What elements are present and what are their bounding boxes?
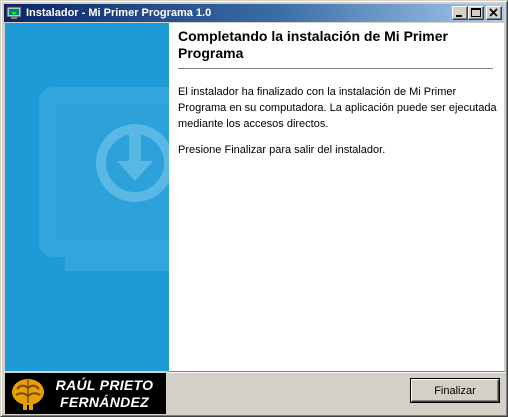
completion-message: El instalador ha finalizado con la insta… xyxy=(178,86,497,130)
author-name: RAÚL PRIETO FERNÁNDEZ xyxy=(47,377,162,411)
author-brand: RAÚL PRIETO FERNÁNDEZ xyxy=(5,373,166,414)
title-bar[interactable]: Instalador - Mi Primer Programa 1.0 xyxy=(4,4,504,22)
brain-logo-icon xyxy=(12,378,44,410)
title-divider xyxy=(178,68,493,69)
monitor-download-icon xyxy=(39,87,169,271)
window-controls xyxy=(452,6,502,20)
bottom-divider xyxy=(169,371,505,373)
sidebar-banner xyxy=(5,23,169,371)
main-panel: Completando la instalación de Mi Primer … xyxy=(169,23,504,371)
installer-icon xyxy=(6,5,22,21)
author-name-line2: FERNÁNDEZ xyxy=(59,393,150,410)
finish-instruction: Presione Finalizar para salir del instal… xyxy=(178,144,386,156)
minimize-icon xyxy=(456,15,462,17)
button-bar: RAÚL PRIETO FERNÁNDEZ Finalizar xyxy=(5,371,505,414)
window-title: Instalador - Mi Primer Programa 1.0 xyxy=(26,7,212,19)
page-title: Completando la instalación de Mi Primer … xyxy=(178,28,448,61)
author-name-line1: RAÚL PRIETO xyxy=(55,376,154,393)
close-icon xyxy=(489,8,498,17)
minimize-button[interactable] xyxy=(452,6,468,20)
installer-window: Instalador - Mi Primer Programa 1.0 Comp… xyxy=(0,0,508,417)
maximize-button[interactable] xyxy=(468,6,484,20)
close-button[interactable] xyxy=(486,6,502,20)
maximize-icon xyxy=(471,8,481,17)
finish-button[interactable]: Finalizar xyxy=(411,379,499,402)
